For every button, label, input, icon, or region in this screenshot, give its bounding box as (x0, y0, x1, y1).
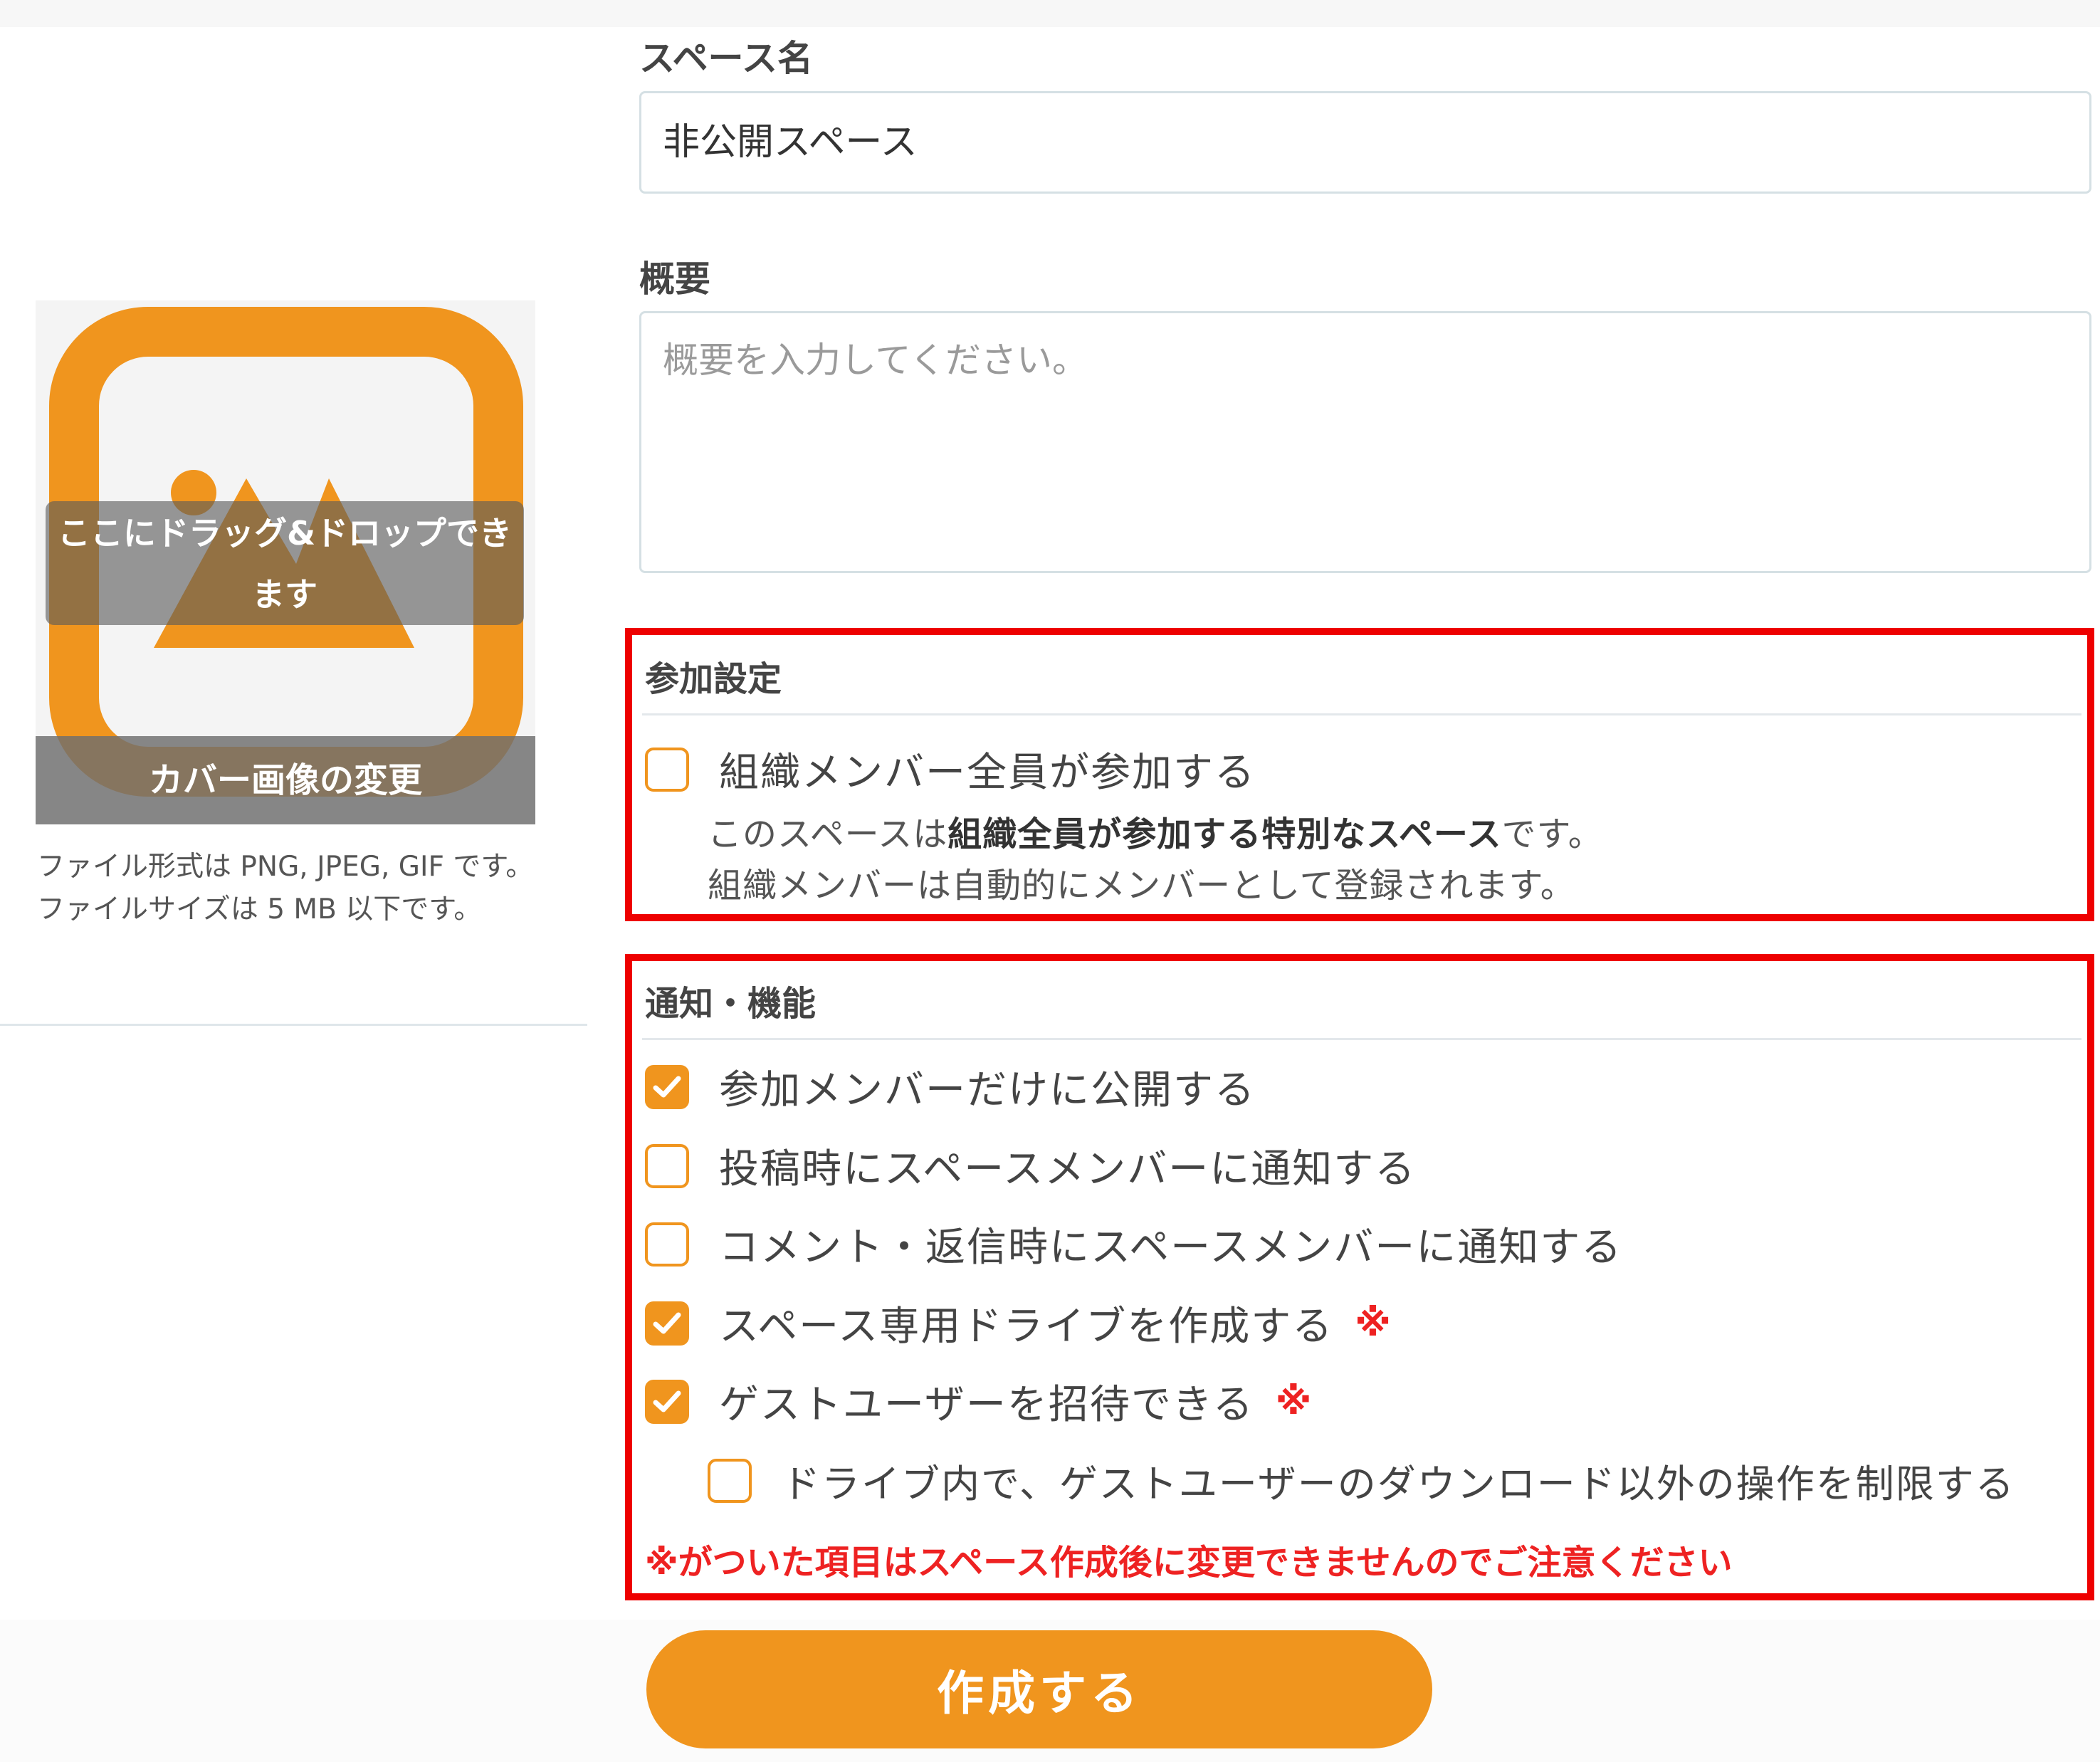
invite-guests-label: ゲストユーザーを招待できる (719, 1382, 1254, 1428)
members-only-label: 参加メンバーだけに公開する (719, 1067, 1256, 1113)
section-divider (642, 1038, 2081, 1040)
cover-change-button[interactable]: カバー画像の変更 (36, 736, 535, 824)
notify-on-post-checkbox[interactable] (645, 1143, 689, 1188)
notify-on-comment-label: コメント・返信時にスペースメンバーに通知する (719, 1225, 1623, 1271)
invite-guests-checkbox[interactable] (645, 1379, 689, 1424)
create-button[interactable]: 作成する (646, 1630, 1432, 1748)
participation-settings-section: 参加設定 組織メンバー全員が参加する このスペースは組織全員が参加する特別なスペ… (625, 628, 2094, 921)
required-mark: ※ (1275, 1380, 1312, 1423)
file-format-note: ファイル形式は PNG, JPEG, GIF です。 (37, 851, 534, 883)
notify-on-comment-checkbox[interactable] (645, 1222, 689, 1267)
desc-suffix: です。 (1501, 814, 1603, 854)
participation-description: このスペースは組織全員が参加する特別なスペースです。 (708, 806, 1603, 856)
create-drive-label: スペース専用ドライブを作成する (719, 1304, 1334, 1350)
space-name-input[interactable]: 非公開スペース (639, 91, 2091, 194)
drop-hint: ここにドラッグ&ドロップできます (46, 501, 524, 625)
participation-description-line2: 組織メンバーは自動的にメンバーとして登録されます。 (708, 866, 1575, 906)
top-band (0, 0, 2100, 27)
desc-prefix: このスペースは (708, 814, 948, 854)
restrict-guest-drive-label: ドライブ内で、ゲストユーザーのダウンロード以外の操作を制限する (782, 1462, 2015, 1506)
unchangeable-warning: ※がついた項目はスペース作成後に変更できませんのでご注意ください (645, 1543, 1733, 1583)
members-only-option[interactable]: 参加メンバーだけに公開する (645, 1058, 1256, 1116)
checkmark-icon (653, 1312, 681, 1333)
file-size-note: ファイルサイズは 5 MB 以下です。 (37, 893, 482, 925)
cover-image-dropzone[interactable]: ここにドラッグ&ドロップできます カバー画像の変更 (36, 300, 535, 824)
all-members-join-label: 組織メンバー全員が参加する (719, 750, 1256, 796)
notification-features-section: 通知・機能 参加メンバーだけに公開する 投稿時にスペースメンバーに通知する コメ… (625, 954, 2094, 1600)
left-divider (0, 1024, 587, 1026)
notify-on-post-label: 投稿時にスペースメンバーに通知する (719, 1146, 1417, 1192)
restrict-guest-drive-option[interactable]: ドライブ内で、ゲストユーザーのダウンロード以外の操作を制限する (708, 1452, 2015, 1509)
checkmark-icon (653, 1390, 681, 1412)
restrict-guest-drive-checkbox[interactable] (708, 1458, 752, 1503)
create-drive-option[interactable]: スペース専用ドライブを作成する ※ (645, 1294, 1391, 1352)
participation-title: 参加設定 (645, 659, 782, 699)
section-divider (642, 713, 2081, 715)
members-only-checkbox[interactable] (645, 1064, 689, 1109)
checkmark-icon (653, 1076, 681, 1097)
all-members-join-option[interactable]: 組織メンバー全員が参加する (645, 740, 1256, 798)
summary-textarea[interactable] (639, 311, 2091, 573)
features-title: 通知・機能 (645, 984, 817, 1024)
create-drive-checkbox[interactable] (645, 1301, 689, 1346)
required-mark: ※ (1355, 1301, 1391, 1345)
file-requirements-note: ファイル形式は PNG, JPEG, GIF です。 ファイルサイズは 5 MB… (37, 846, 535, 931)
notify-on-post-option[interactable]: 投稿時にスペースメンバーに通知する (645, 1137, 1416, 1195)
summary-label: 概要 (639, 258, 710, 300)
desc-bold: 組織全員が参加する特別なスペース (947, 814, 1502, 854)
invite-guests-option[interactable]: ゲストユーザーを招待できる ※ (645, 1373, 1311, 1430)
notify-on-comment-option[interactable]: コメント・返信時にスペースメンバーに通知する (645, 1215, 1622, 1273)
all-members-join-checkbox[interactable] (645, 747, 689, 792)
space-name-label: スペース名 (639, 38, 813, 79)
